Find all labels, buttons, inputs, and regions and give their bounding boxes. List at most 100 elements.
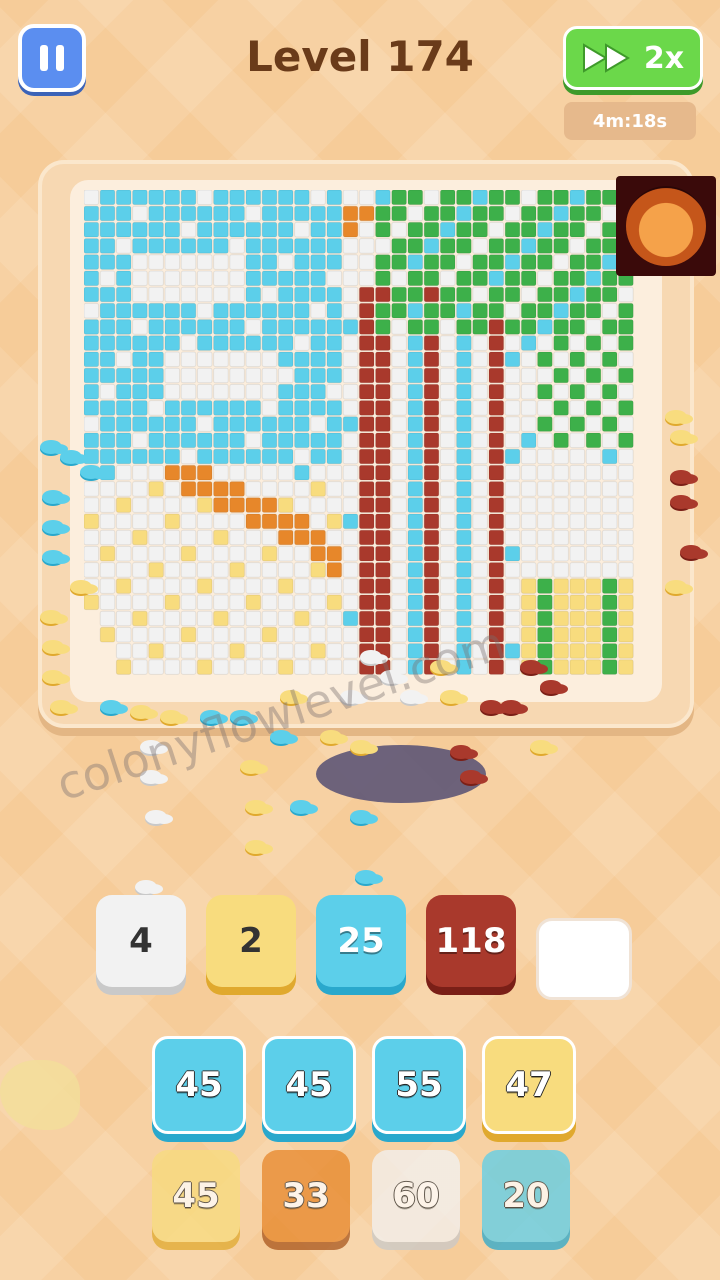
mosaic-pixel: [537, 416, 553, 432]
mosaic-pixel: [456, 562, 472, 578]
mosaic-pixel: [245, 221, 262, 238]
ant-tile[interactable]: 20: [482, 1150, 570, 1242]
mosaic-pixel: [213, 529, 229, 546]
mosaic-pixel: [553, 578, 569, 594]
mosaic-pixel: [520, 497, 537, 513]
mosaic-pixel: [456, 432, 472, 449]
ant: [540, 680, 562, 694]
mosaic-pixel: [488, 190, 505, 206]
ant-tile[interactable]: 45: [262, 1036, 356, 1134]
mosaic-pixel: [585, 626, 602, 643]
mosaic-pixel: [229, 610, 245, 627]
mosaic-pixel: [375, 335, 391, 351]
ant-tile[interactable]: 55: [372, 1036, 466, 1134]
mosaic-pixel: [326, 270, 343, 287]
mosaic-pixel: [569, 529, 586, 546]
mosaic-pixel: [115, 578, 132, 594]
ant-tile[interactable]: 33: [262, 1150, 350, 1242]
mosaic-pixel: [358, 481, 375, 497]
mosaic-pixel: [391, 302, 407, 319]
mosaic-pixel: [310, 383, 326, 400]
mosaic-pixel: [277, 464, 294, 481]
mosaic-pixel: [423, 545, 440, 562]
mosaic-pixel: [245, 545, 262, 562]
mosaic-pixel: [213, 513, 229, 530]
mosaic-pixel: [488, 481, 505, 497]
mosaic-pixel: [375, 610, 391, 627]
mosaic-pixel: [472, 481, 488, 497]
mosaic-pixel: [213, 383, 229, 400]
speed-2x-button[interactable]: 2x: [563, 26, 703, 90]
mosaic-pixel: [585, 578, 602, 594]
ant: [670, 470, 692, 484]
mosaic-pixel: [180, 351, 197, 368]
mosaic-pixel: [537, 643, 553, 659]
mosaic-pixel: [342, 319, 359, 335]
mosaic-pixel: [99, 594, 116, 611]
mosaic-pixel: [342, 383, 359, 400]
mosaic-pixel: [261, 367, 278, 384]
mosaic-pixel: [164, 190, 181, 206]
mosaic-pixel: [618, 643, 634, 659]
mosaic-pixel: [439, 205, 456, 222]
mosaic-pixel: [618, 367, 634, 384]
mosaic-pixel: [439, 238, 456, 254]
mosaic-pixel: [472, 254, 488, 270]
mosaic-pixel: [294, 513, 310, 530]
mosaic-pixel: [213, 659, 229, 675]
mosaic-pixel: [472, 351, 488, 368]
mosaic-pixel: [84, 497, 100, 513]
mosaic-pixel: [569, 432, 586, 449]
mosaic-pixel: [375, 432, 391, 449]
mosaic-pixel: [504, 319, 521, 335]
mosaic-pixel: [439, 351, 456, 368]
mosaic-pixel: [261, 400, 278, 416]
ant: [145, 810, 167, 824]
mosaic-pixel: [180, 562, 197, 578]
mosaic-pixel: [245, 335, 262, 351]
mosaic-pixel: [99, 221, 116, 238]
mosaic-pixel: [439, 594, 456, 611]
mosaic-pixel: [213, 545, 229, 562]
mosaic-pixel: [569, 254, 586, 270]
ant-tile[interactable]: 47: [482, 1036, 576, 1134]
mosaic-pixel: [569, 545, 586, 562]
mosaic-pixel: [294, 481, 310, 497]
mosaic-pixel: [423, 464, 440, 481]
mosaic-pixel: [132, 335, 148, 351]
mosaic-pixel: [229, 270, 245, 287]
mosaic-pixel: [180, 205, 197, 222]
mosaic-pixel: [342, 464, 359, 481]
mosaic-pixel: [391, 578, 407, 594]
mosaic-pixel: [423, 594, 440, 611]
mosaic-pixel: [180, 190, 197, 206]
ant-tile[interactable]: 45: [152, 1036, 246, 1134]
mosaic-pixel: [294, 432, 310, 449]
mosaic-pixel: [618, 513, 634, 530]
mosaic-pixel: [504, 464, 521, 481]
mosaic-pixel: [423, 221, 440, 238]
mosaic-pixel: [84, 383, 100, 400]
mosaic-pixel: [294, 351, 310, 368]
mosaic-pixel: [229, 367, 245, 384]
mosaic-pixel: [229, 400, 245, 416]
mosaic-pixel: [520, 464, 537, 481]
mosaic-pixel: [375, 513, 391, 530]
mosaic-pixel: [439, 481, 456, 497]
mosaic-pixel: [115, 594, 132, 611]
ant-tile[interactable]: 60: [372, 1150, 460, 1242]
mosaic-pixel: [391, 335, 407, 351]
mosaic-pixel: [569, 205, 586, 222]
mosaic-pixel: [326, 367, 343, 384]
mosaic-pixel: [423, 367, 440, 384]
mosaic-pixel: [488, 286, 505, 303]
mosaic-pixel: [294, 626, 310, 643]
mosaic-pixel: [84, 319, 100, 335]
mosaic-pixel: [115, 319, 132, 335]
mosaic-pixel: [601, 205, 618, 222]
mosaic-pixel: [520, 416, 537, 432]
mosaic-pixel: [618, 416, 634, 432]
mosaic-pixel: [569, 464, 586, 481]
mosaic-pixel: [585, 529, 602, 546]
ant-tile[interactable]: 45: [152, 1150, 240, 1242]
